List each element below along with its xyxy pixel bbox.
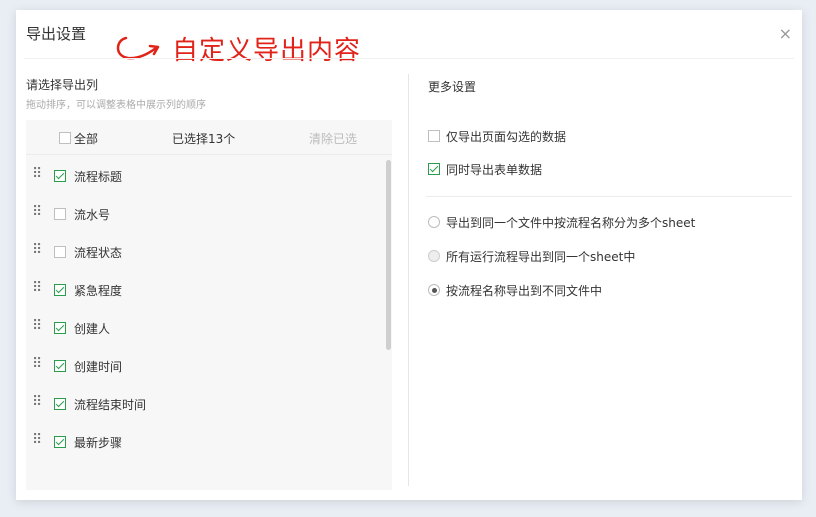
option-label: 仅导出页面勾选的数据 [446, 130, 567, 144]
column-list-header: 全部 已选择13个 清除已选 [26, 120, 392, 155]
scrollbar[interactable] [386, 160, 391, 350]
more-settings-title: 更多设置 [428, 80, 477, 94]
more-settings-panel: 更多设置 仅导出页面勾选的数据 同时导出表单数据 导出到同一个文件中按流程名称分… [426, 70, 796, 490]
column-label: 紧急程度 [74, 284, 123, 298]
settings-divider [426, 196, 792, 197]
column-selection-hint: 拖动排序，可以调整表格中展示列的顺序 [26, 100, 206, 111]
column-label: 流程标题 [74, 170, 123, 184]
drag-handle-icon[interactable]: ⠿ [32, 318, 42, 334]
curved-arrow-icon [116, 36, 160, 59]
drag-handle-icon[interactable]: ⠿ [32, 432, 42, 448]
column-label: 创建人 [74, 322, 111, 336]
column-selection-title: 请选择导出列 [26, 78, 99, 92]
column-list: 全部 已选择13个 清除已选 ⠿ 流程标题 ⠿ 流水号 ⠿ 流程状态 ⠿ 紧急程度 ⠿ 创建人 ⠿ 创… [26, 120, 392, 490]
select-all-label[interactable]: 全部 [74, 130, 98, 147]
close-icon[interactable]: × [779, 24, 792, 43]
column-checkbox[interactable] [54, 322, 66, 334]
panel-divider [408, 74, 409, 486]
column-checkbox[interactable] [54, 284, 66, 296]
drag-handle-icon[interactable]: ⠿ [32, 394, 42, 410]
column-row[interactable]: ⠿ 流程状态 [26, 232, 386, 270]
drag-handle-icon[interactable]: ⠿ [32, 280, 42, 296]
annotation-text: 自定义导出内容 [172, 36, 362, 66]
column-selection-panel: 请选择导出列 拖动排序，可以调整表格中展示列的顺序 全部 已选择13个 清除已选… [24, 70, 394, 490]
option-checkbox[interactable] [428, 130, 440, 142]
mode-label: 按流程名称导出到不同文件中 [446, 284, 603, 298]
mode-label: 导出到同一个文件中按流程名称分为多个sheet [446, 216, 696, 230]
column-row[interactable]: ⠿ 流程结束时间 [26, 384, 386, 422]
drag-handle-icon[interactable]: ⠿ [32, 166, 42, 182]
column-row[interactable]: ⠿ 创建人 [26, 308, 386, 346]
column-label: 流程状态 [74, 246, 123, 260]
drag-handle-icon[interactable]: ⠿ [32, 356, 42, 372]
column-row[interactable]: ⠿ 创建时间 [26, 346, 386, 384]
column-row[interactable]: ⠿ 流程标题 [26, 156, 386, 194]
selected-count: 已选择13个 [172, 132, 236, 146]
column-label: 流程结束时间 [74, 398, 147, 412]
select-all-checkbox[interactable] [59, 132, 71, 144]
drag-handle-icon[interactable]: ⠿ [32, 204, 42, 220]
column-checkbox[interactable] [54, 246, 66, 258]
export-settings-dialog: 导出设置 × 自定义导出内容 请选择导出列 拖动排序，可以调整表格中展示列的顺序… [16, 10, 802, 500]
mode-radio[interactable] [428, 216, 440, 228]
column-row[interactable]: ⠿ 流水号 [26, 194, 386, 232]
column-checkbox[interactable] [54, 436, 66, 448]
column-checkbox[interactable] [54, 360, 66, 372]
column-label: 最新步骤 [74, 436, 123, 450]
dialog-title: 导出设置 [26, 25, 87, 43]
column-row[interactable]: ⠿ 最新步骤 [26, 422, 386, 460]
header-divider [24, 58, 794, 59]
column-checkbox[interactable] [54, 398, 66, 410]
column-rows: ⠿ 流程标题 ⠿ 流水号 ⠿ 流程状态 ⠿ 紧急程度 ⠿ 创建人 ⠿ 创建时间 ⠿ 流程结束时间 ⠿ 最新步骤 [26, 156, 386, 460]
drag-handle-icon[interactable]: ⠿ [32, 242, 42, 258]
column-label: 创建时间 [74, 360, 123, 374]
mode-label: 所有运行流程导出到同一个sheet中 [446, 250, 636, 264]
option-checkbox[interactable] [428, 163, 440, 175]
mode-radio[interactable] [428, 284, 440, 296]
clear-selection-button[interactable]: 清除已选 [309, 130, 357, 147]
column-label: 流水号 [74, 208, 111, 222]
annotation: 自定义导出内容 [112, 30, 361, 67]
mode-radio[interactable] [428, 250, 440, 262]
option-label: 同时导出表单数据 [446, 163, 543, 177]
column-row[interactable]: ⠿ 紧急程度 [26, 270, 386, 308]
column-checkbox[interactable] [54, 208, 66, 220]
column-checkbox[interactable] [54, 170, 66, 182]
